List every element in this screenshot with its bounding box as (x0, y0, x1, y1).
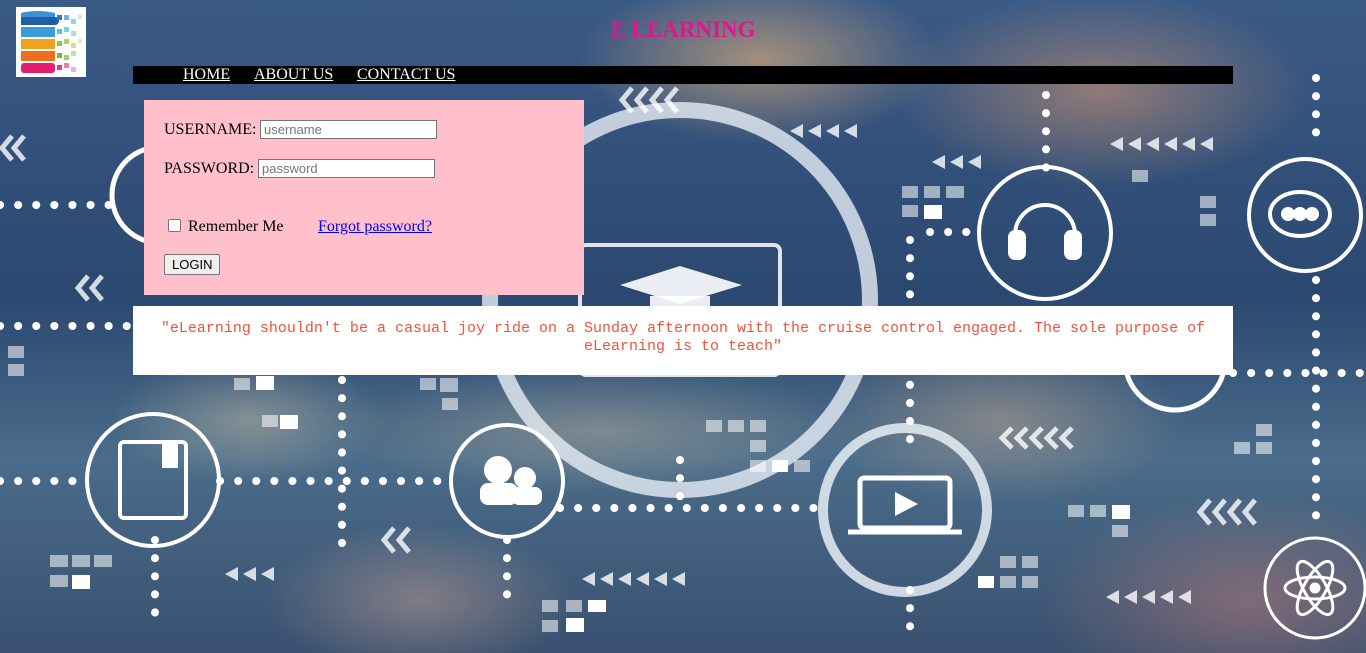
quote-banner: "eLearning shouldn't be a casual joy rid… (133, 306, 1233, 375)
nav-contact-link[interactable]: CONTACT US (357, 66, 455, 84)
remember-me-label: Remember Me (188, 218, 284, 235)
nav-bar: HOME ABOUT US CONTACT US (133, 66, 1233, 84)
nav-home-link[interactable]: HOME (183, 66, 230, 84)
forgot-password-link[interactable]: Forgot password? (318, 218, 432, 236)
atom-icon (1263, 536, 1366, 640)
chat-bubble-icon (1247, 157, 1363, 273)
page-title: E LEARNING (610, 17, 756, 42)
password-label: PASSWORD: (164, 160, 255, 177)
book-icon (85, 412, 221, 548)
password-input[interactable] (258, 159, 435, 178)
login-form: USERNAME: PASSWORD: Remember Me Forgot p… (144, 100, 584, 295)
quote-text: "eLearning shouldn't be a casual joy rid… (160, 320, 1206, 355)
video-play-icon (818, 423, 992, 597)
login-button[interactable]: LOGIN (164, 254, 221, 275)
graduation-cap-icon (620, 266, 742, 306)
nav-about-link[interactable]: ABOUT US (254, 66, 333, 84)
users-icon (449, 423, 565, 539)
remember-me-checkbox[interactable] (168, 219, 181, 232)
username-label: USERNAME: (164, 121, 257, 138)
username-input[interactable] (260, 120, 437, 139)
headphones-icon (977, 165, 1113, 301)
